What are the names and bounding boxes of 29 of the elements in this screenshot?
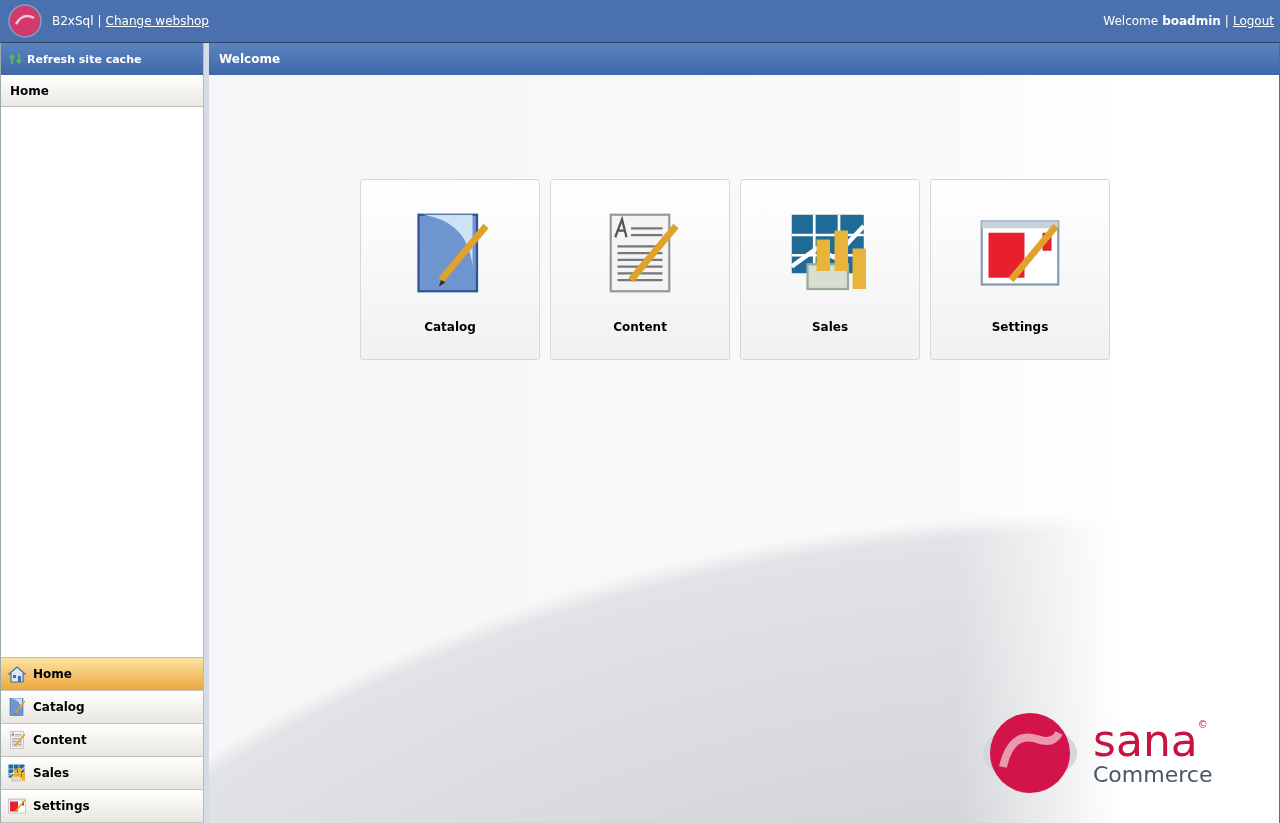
separator: | [1224,14,1229,28]
window-pencil-icon [7,796,27,816]
refresh-site-cache-button[interactable]: Refresh site cache [1,43,203,75]
nav-item[interactable]: Settings [1,790,203,823]
logout-link[interactable]: Logout [1232,14,1274,28]
webshop-name: B2xSql [52,14,94,28]
document-pencil-icon [7,730,27,750]
module-tile[interactable]: Catalog [360,179,540,360]
module-tile[interactable]: Sales [740,179,920,360]
username: boadmin [1162,14,1221,28]
refresh-arrows-icon [9,53,23,65]
nav-item[interactable]: Catalog [1,691,203,724]
house-icon [7,664,27,684]
brand-name: sana [1093,718,1198,763]
nav-item[interactable]: Content [1,724,203,757]
module-tile[interactable]: Content [550,179,730,360]
welcome-label: Welcome [1103,14,1159,28]
page-title: Welcome [219,52,281,66]
separator: | [97,14,102,28]
nav-item[interactable]: Home [1,658,203,691]
sphere-logo-icon [8,4,42,38]
copyright-mark: © [1197,718,1208,730]
book-pencil-icon [7,697,27,717]
nav-item[interactable]: Sales [1,757,203,790]
change-webshop-link[interactable]: Change webshop [105,14,209,28]
section-title: Home [10,83,49,98]
brand-subtitle: Commerce [1093,762,1213,788]
module-tile[interactable]: Settings [930,179,1110,360]
chart-coins-icon [7,763,27,783]
